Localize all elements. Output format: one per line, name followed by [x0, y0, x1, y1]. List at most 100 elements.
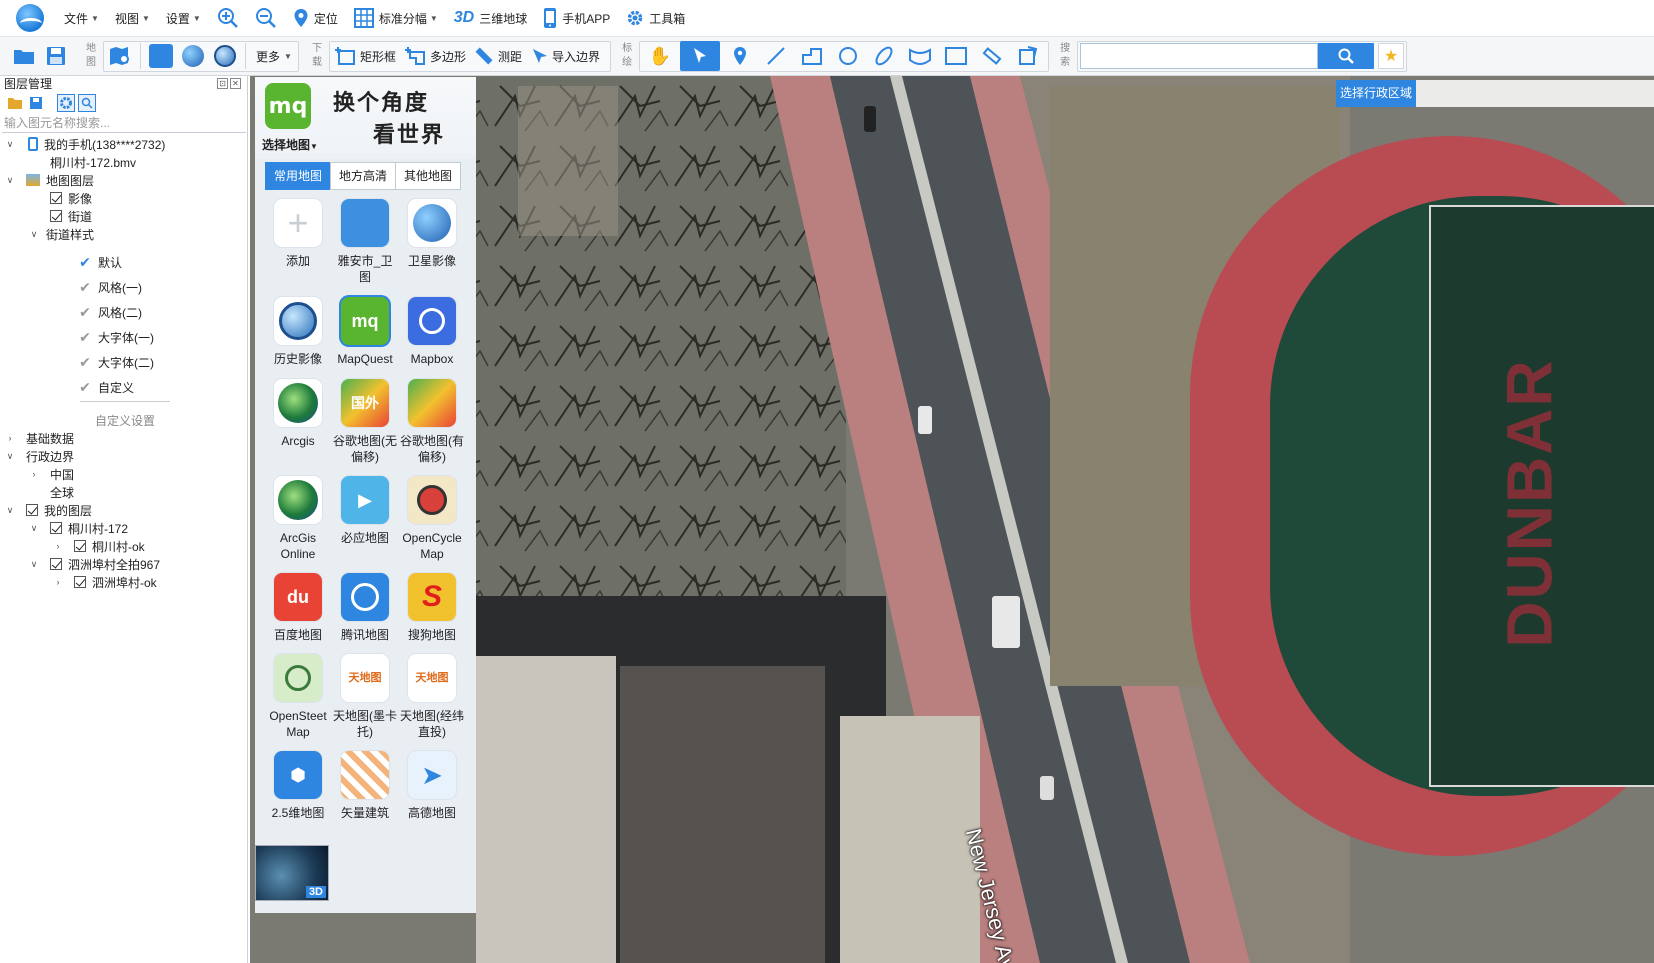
chevron-down-icon[interactable]: ∨ [4, 505, 16, 516]
tab-local-hd[interactable]: 地方高清 [330, 162, 396, 190]
favorites-button[interactable]: ★ [1378, 43, 1405, 69]
map-settings-button[interactable] [104, 41, 136, 71]
zoom-in-button[interactable] [209, 0, 247, 37]
tree-node-my-layers[interactable]: ∨ 我的图层 [4, 501, 92, 519]
chevron-down-icon[interactable]: ∨ [4, 451, 16, 462]
style-option-style2[interactable]: ✔ 风格(二) [78, 303, 142, 321]
rect-download-button[interactable]: 矩形框 [330, 41, 400, 71]
mobile-app-button[interactable]: 手机APP [535, 0, 618, 37]
map-item-25d[interactable]: ⬢ 2.5维地图 [265, 751, 331, 821]
tree-node-street[interactable]: 街道 [50, 207, 92, 225]
map-item-mapbox[interactable]: Mapbox [399, 297, 465, 367]
map-item-google[interactable]: 谷歌地图(有偏移) [399, 379, 465, 465]
tree-node-street-style[interactable]: ∨ 街道样式 [28, 225, 94, 243]
tree-node-layer1[interactable]: ∨ 桐川村-172 [28, 519, 128, 537]
layer2-checkbox[interactable] [50, 558, 62, 570]
tree-node-imagery[interactable]: 影像 [50, 189, 92, 207]
tree-node-china[interactable]: › 中国 [28, 465, 75, 483]
tree-node-map-layers[interactable]: ∨ 地图图层 [4, 171, 94, 189]
chevron-down-icon[interactable]: ∨ [4, 175, 16, 186]
standard-sheet-button[interactable]: 标准分幅 ▼ [346, 0, 446, 37]
rectangle-tool-button[interactable] [940, 41, 972, 71]
map-item-history[interactable]: 历史影像 [265, 297, 331, 367]
line-tool-button[interactable] [760, 41, 792, 71]
chevron-down-icon[interactable]: ∨ [28, 523, 40, 534]
mapquest-logo-icon[interactable]: mq [265, 83, 311, 129]
ruler-tool-button[interactable] [976, 41, 1008, 71]
open-folder-button[interactable] [8, 41, 40, 71]
style-option-default[interactable]: ✔ 默认 [78, 253, 122, 271]
menu-file[interactable]: 文件 ▼ [56, 0, 107, 37]
zoom-out-button[interactable] [247, 0, 285, 37]
layer-search-button[interactable] [78, 94, 96, 112]
measure-button[interactable]: 测距 [470, 41, 526, 71]
more-maps-button[interactable]: 更多 ▼ [250, 41, 298, 71]
chevron-right-icon[interactable]: › [4, 433, 16, 443]
sector-tool-button[interactable] [904, 41, 936, 71]
map-item-osm[interactable]: OpenSteet Map [265, 654, 331, 740]
globe-3d-thumbnail[interactable]: 3D [255, 845, 329, 901]
search-input[interactable] [1080, 43, 1319, 69]
map-item-sogou[interactable]: S 搜狗地图 [399, 573, 465, 643]
map-item-google-intl[interactable]: 国外 谷歌地图(无偏移) [332, 379, 398, 465]
custom-settings-link[interactable]: 自定义设置 [95, 411, 155, 429]
select-region-button[interactable]: 选择行政区域 [1336, 80, 1416, 107]
polyline-tool-button[interactable] [796, 41, 828, 71]
save-button[interactable] [40, 41, 72, 71]
chevron-down-icon[interactable]: ∨ [28, 559, 40, 570]
tree-node-layer1-child[interactable]: › 桐川村-ok [52, 537, 145, 555]
map-item-arcgis-online[interactable]: ArcGis Online [265, 476, 331, 562]
select-tool-button[interactable] [680, 41, 721, 71]
chevron-right-icon[interactable]: › [28, 469, 40, 479]
import-boundary-button[interactable]: 导入边界 [526, 41, 604, 71]
map-item-tianditu-merc[interactable]: 天地图 天地图(墨卡托) [332, 654, 398, 740]
tab-other-maps[interactable]: 其他地图 [395, 162, 461, 190]
package-map-button[interactable] [145, 41, 177, 71]
style-option-custom[interactable]: ✔ 自定义 [78, 378, 134, 396]
map-item-vector-building[interactable]: 矢量建筑 [332, 751, 398, 821]
menu-view[interactable]: 视图 ▼ [107, 0, 158, 37]
menu-settings[interactable]: 设置 ▼ [158, 0, 209, 37]
map-item-bing[interactable]: ▶ 必应地图 [332, 476, 398, 546]
text-label-tool-button[interactable] [1012, 41, 1044, 71]
close-icon[interactable]: ✕ [230, 78, 241, 89]
map-item-add[interactable]: + 添加 [265, 199, 331, 269]
tab-common-maps[interactable]: 常用地图 [265, 162, 331, 190]
map-item-yaan[interactable]: 雅安市_卫图 [332, 199, 398, 285]
tree-node-admin-boundary[interactable]: ∨ 行政边界 [4, 447, 74, 465]
layer1-checkbox[interactable] [50, 522, 62, 534]
map-item-arcgis[interactable]: Arcgis [265, 379, 331, 449]
search-button[interactable] [1318, 43, 1375, 69]
ellipse-tool-button[interactable] [868, 41, 900, 71]
imagery-checkbox[interactable] [50, 192, 62, 204]
chevron-right-icon[interactable]: › [52, 541, 64, 551]
toolbox-button[interactable]: 工具箱 [618, 0, 693, 37]
chevron-down-icon[interactable]: ∨ [28, 229, 40, 240]
pan-tool-button[interactable]: ✋ [644, 41, 676, 71]
tree-node-layer2-child[interactable]: › 泗洲埠村-ok [52, 573, 157, 591]
map-item-satellite[interactable]: 卫星影像 [399, 199, 465, 269]
style-option-style1[interactable]: ✔ 风格(一) [78, 278, 142, 296]
map-item-tencent[interactable]: 腾讯地图 [332, 573, 398, 643]
satellite-map-button[interactable] [177, 41, 209, 71]
circle-tool-button[interactable] [832, 41, 864, 71]
my-layers-checkbox[interactable] [26, 504, 38, 516]
style-option-bigfont1[interactable]: ✔ 大字体(一) [78, 328, 154, 346]
locate-button[interactable]: 定位 [285, 0, 346, 37]
globe-3d-button[interactable]: 3D 三维地球 [446, 0, 535, 37]
save-layer-button[interactable] [27, 94, 45, 112]
select-map-dropdown[interactable]: 选择地图▼ [262, 136, 318, 153]
marker-tool-button[interactable] [724, 41, 756, 71]
layer-search-input[interactable]: 输入图元名称搜索... [2, 113, 246, 133]
open-layer-button[interactable] [6, 94, 24, 112]
tree-node-layer2[interactable]: ∨ 泗洲埠村全拍967 [28, 555, 160, 573]
map-item-amap[interactable]: ➤ 高德地图 [399, 751, 465, 821]
chevron-down-icon[interactable]: ∨ [4, 139, 16, 150]
layer-settings-button[interactable] [57, 94, 75, 112]
polygon-download-button[interactable]: 多边形 [400, 41, 470, 71]
map-item-mapquest[interactable]: mq MapQuest [332, 297, 398, 367]
pin-icon[interactable]: ⊡ [217, 78, 228, 89]
map-item-tianditu-geo[interactable]: 天地图 天地图(经纬直投) [399, 654, 465, 740]
map-item-baidu[interactable]: du 百度地图 [265, 573, 331, 643]
tree-node-base-data[interactable]: › 基础数据 [4, 429, 75, 447]
